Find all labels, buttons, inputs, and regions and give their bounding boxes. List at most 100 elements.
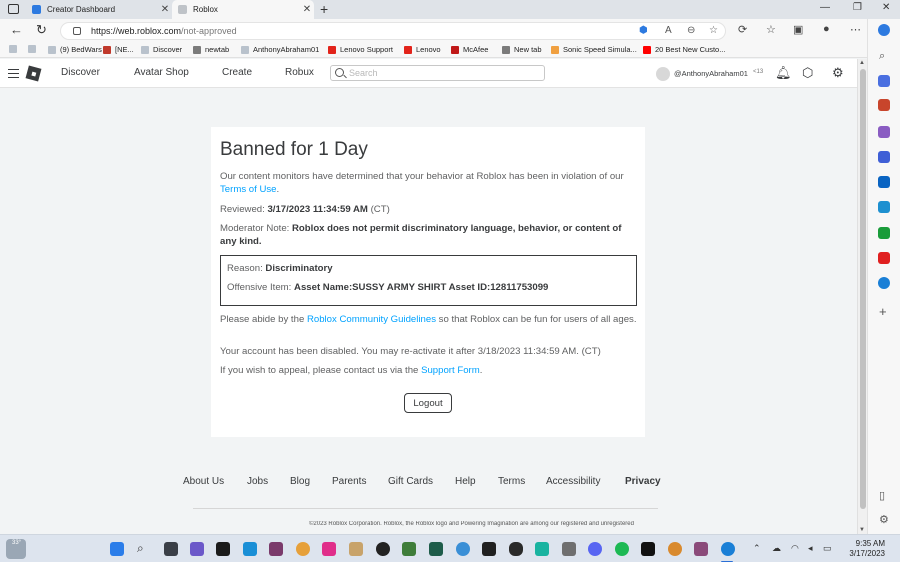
- lenovo-app-icon[interactable]: [243, 542, 257, 556]
- media-app-icon[interactable]: [376, 542, 390, 556]
- bookmark-item[interactable]: AnthonyAbraham01: [241, 45, 319, 54]
- tree-icon[interactable]: [878, 227, 890, 239]
- roblox-studio-icon[interactable]: [694, 542, 708, 556]
- tab-actions-icon[interactable]: [8, 4, 19, 14]
- refresh-icon[interactable]: ↻: [36, 22, 47, 38]
- onedrive-icon[interactable]: ☁: [772, 543, 781, 554]
- settings-gear-icon[interactable]: ⚙︎: [832, 65, 844, 81]
- files-app-icon[interactable]: [349, 542, 363, 556]
- bookmark-item[interactable]: [NE...: [103, 45, 134, 54]
- tools-icon[interactable]: [878, 99, 890, 111]
- bookmark-item[interactable]: newtab: [193, 45, 229, 54]
- microphone-app-icon[interactable]: [562, 542, 576, 556]
- avatar[interactable]: [656, 67, 670, 81]
- search-icon[interactable]: ⌕: [137, 541, 144, 556]
- edge-browser-icon[interactable]: [721, 542, 735, 556]
- tray-overflow-icon[interactable]: ⌃: [753, 543, 761, 554]
- robux-icon[interactable]: ⬡: [802, 65, 813, 81]
- bookmark-item[interactable]: [28, 45, 40, 53]
- bookmark-item[interactable]: Lenovo Support: [328, 45, 393, 54]
- sidebar-toggle-icon[interactable]: ▯: [879, 489, 885, 502]
- clock-time[interactable]: 9:35 AM: [845, 539, 885, 548]
- zoom-icon[interactable]: ⊖: [687, 25, 695, 36]
- address-bar[interactable]: https://web.roblox.com/not-approved ⬢ A …: [60, 22, 726, 40]
- more-menu-icon[interactable]: ⋯: [850, 23, 861, 36]
- minecraft-icon[interactable]: [402, 542, 416, 556]
- back-icon[interactable]: ←: [10, 22, 23, 37]
- support-form-link[interactable]: Support Form: [421, 365, 480, 376]
- community-guidelines-link[interactable]: Roblox Community Guidelines: [307, 314, 436, 325]
- nav-robux[interactable]: Robux: [285, 67, 314, 78]
- outlook-icon[interactable]: [878, 176, 890, 188]
- logout-button[interactable]: Logout: [404, 393, 452, 413]
- game-launcher-icon[interactable]: [429, 542, 443, 556]
- bookmark-item[interactable]: Discover: [141, 45, 182, 54]
- nav-avatar-shop[interactable]: Avatar Shop: [134, 67, 189, 78]
- footer-link-privacy[interactable]: Privacy: [625, 476, 661, 487]
- bookmark-item[interactable]: [9, 45, 21, 53]
- footer-link-jobs[interactable]: Jobs: [247, 476, 268, 487]
- start-icon[interactable]: [110, 542, 124, 556]
- bookmark-item[interactable]: New tab: [502, 45, 542, 54]
- shopping-tag-icon[interactable]: [878, 75, 890, 87]
- terminal-app-icon[interactable]: [216, 542, 230, 556]
- sidebar-settings-icon[interactable]: ⚙︎: [879, 513, 889, 526]
- minimize-icon[interactable]: —: [820, 2, 830, 13]
- scrollbar-thumb[interactable]: [860, 69, 866, 509]
- capcut-icon[interactable]: [482, 542, 496, 556]
- footer-link-accessibility[interactable]: Accessibility: [546, 476, 600, 487]
- mail-app-icon[interactable]: [322, 542, 336, 556]
- teal-app-icon[interactable]: [535, 542, 549, 556]
- chrome-icon[interactable]: [296, 542, 310, 556]
- footer-link-terms[interactable]: Terms: [498, 476, 525, 487]
- bing-chat-icon[interactable]: [878, 24, 890, 36]
- terms-of-use-link[interactable]: Terms of Use: [220, 184, 277, 195]
- nav-create[interactable]: Create: [222, 67, 252, 78]
- games-icon[interactable]: [878, 126, 890, 138]
- notifications-bell-icon[interactable]: 🔔︎: [775, 65, 792, 81]
- bookmark-item[interactable]: Sonic Speed Simula...: [551, 45, 637, 54]
- youtube-icon[interactable]: [878, 252, 890, 264]
- tab-creator-dashboard[interactable]: Creator Dashboard ✕: [26, 0, 172, 19]
- search-input[interactable]: [349, 67, 539, 79]
- close-tab-icon[interactable]: ✕: [300, 4, 314, 15]
- microsoft-365-icon[interactable]: [878, 151, 890, 163]
- wifi-icon[interactable]: ◠: [791, 543, 799, 554]
- close-window-icon[interactable]: ✕: [882, 2, 890, 13]
- profile-icon[interactable]: ●: [823, 23, 830, 35]
- browser-sync-icon[interactable]: ⟳: [738, 23, 747, 36]
- hamburger-menu-icon[interactable]: [8, 69, 19, 78]
- bookmark-item[interactable]: Lenovo: [404, 45, 441, 54]
- scroll-up-icon[interactable]: ▲: [859, 60, 865, 66]
- search-icon[interactable]: ⌕: [879, 50, 885, 63]
- close-tab-icon[interactable]: ✕: [158, 4, 172, 15]
- footer-link-about-us[interactable]: About Us: [183, 476, 224, 487]
- volume-icon[interactable]: ◂: [808, 543, 813, 554]
- favorite-star-icon[interactable]: ☆: [709, 25, 718, 36]
- footer-link-parents[interactable]: Parents: [332, 476, 366, 487]
- footer-link-gift-cards[interactable]: Gift Cards: [388, 476, 433, 487]
- settings-app-icon[interactable]: [456, 542, 470, 556]
- read-aloud-icon[interactable]: A: [665, 25, 672, 36]
- new-tab-icon[interactable]: +: [320, 1, 328, 17]
- game-app-icon[interactable]: [269, 542, 283, 556]
- footer-link-help[interactable]: Help: [455, 476, 476, 487]
- drop-icon[interactable]: [878, 201, 890, 213]
- clock-date[interactable]: 3/17/2023: [838, 549, 885, 558]
- add-sidebar-app-icon[interactable]: +: [879, 304, 887, 319]
- roblox-logo-icon[interactable]: [25, 65, 42, 82]
- mouse-app-icon[interactable]: [509, 542, 523, 556]
- bookmark-item[interactable]: (9) BedWars: [48, 45, 102, 54]
- dark-app-icon[interactable]: [641, 542, 655, 556]
- page-scrollbar[interactable]: ▲ ▼: [857, 59, 867, 534]
- chat-app-icon[interactable]: [190, 542, 204, 556]
- edge-app-icon[interactable]: [878, 277, 890, 289]
- extension-badge-icon[interactable]: ⬢: [639, 25, 648, 36]
- collections-icon[interactable]: ▣: [793, 23, 803, 36]
- footer-link-blog[interactable]: Blog: [290, 476, 310, 487]
- bookmark-item[interactable]: McAfee: [451, 45, 488, 54]
- favorites-icon[interactable]: ☆: [766, 23, 776, 36]
- scroll-down-icon[interactable]: ▼: [859, 527, 865, 533]
- discord-icon[interactable]: [588, 542, 602, 556]
- url-text[interactable]: https://web.roblox.com/not-approved: [91, 26, 237, 36]
